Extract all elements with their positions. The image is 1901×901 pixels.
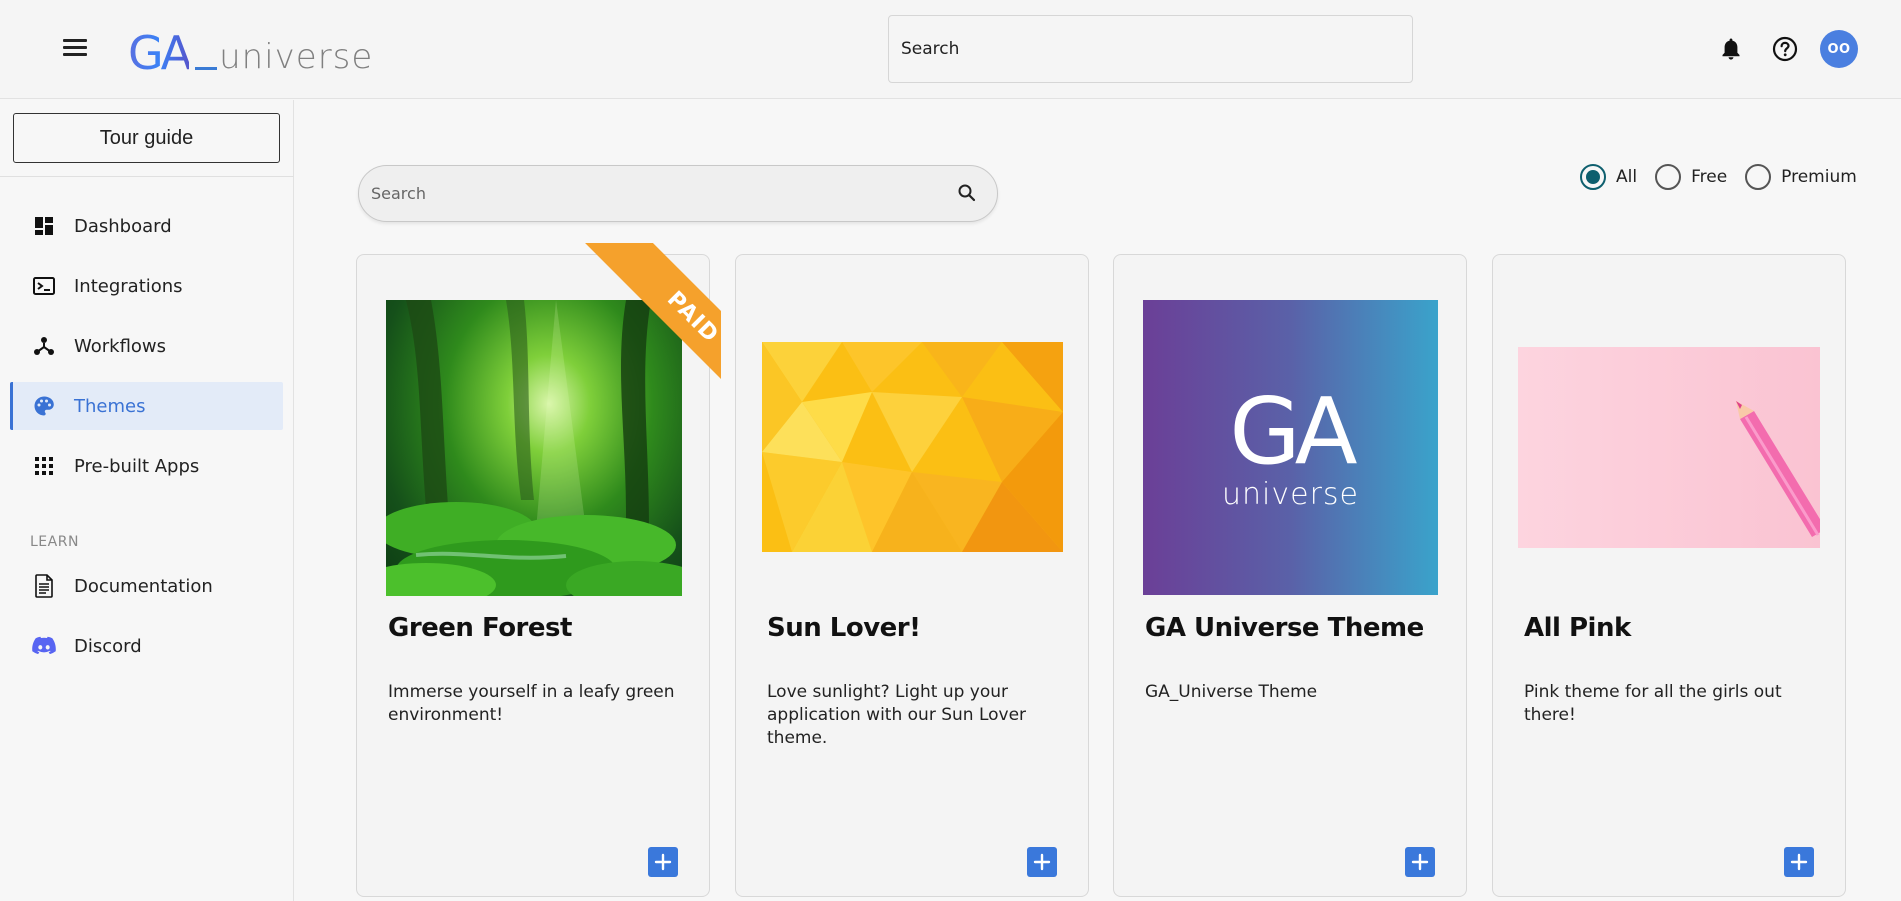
- theme-filter-group: All Free Premium: [1580, 164, 1875, 190]
- menu-icon[interactable]: [58, 34, 92, 64]
- logo-ga: GA: [128, 26, 192, 80]
- sidebar-item-dashboard[interactable]: Dashboard: [10, 202, 283, 250]
- sidebar: Tour guide Dashboard Integrations Workfl…: [0, 100, 294, 901]
- card-description: Immerse yourself in a leafy green enviro…: [388, 682, 675, 725]
- filter-free-radio[interactable]: Free: [1655, 164, 1727, 190]
- image-logo-universe: universe: [1222, 476, 1359, 512]
- ga-universe-image: GA universe: [1143, 300, 1438, 595]
- all-pink-image: [1518, 347, 1820, 548]
- sidebar-item-documentation[interactable]: Documentation: [10, 562, 283, 610]
- sidebar-item-label: Workflows: [74, 335, 167, 357]
- card-description: GA_Universe Theme: [1145, 682, 1318, 702]
- sidebar-item-discord[interactable]: Discord: [10, 622, 283, 670]
- sidebar-item-workflows[interactable]: Workflows: [10, 322, 283, 370]
- sidebar-item-themes[interactable]: Themes: [10, 382, 283, 430]
- workflow-icon: [32, 334, 56, 358]
- image-logo-ga: GA: [1229, 377, 1357, 485]
- theme-search-input[interactable]: [371, 166, 931, 221]
- top-search-input[interactable]: [889, 16, 1412, 82]
- sidebar-item-label: Pre-built Apps: [74, 455, 200, 477]
- add-theme-button[interactable]: [648, 847, 678, 877]
- paid-ribbon: PAID: [533, 243, 721, 431]
- sidebar-item-pre-built-apps[interactable]: Pre-built Apps: [10, 442, 283, 490]
- logo[interactable]: GA universe: [128, 16, 373, 76]
- sidebar-item-label: Integrations: [74, 275, 183, 297]
- filter-all-radio[interactable]: All: [1580, 164, 1637, 190]
- top-search-box: [888, 15, 1413, 83]
- card-description: Love sunlight? Light up your application…: [767, 682, 1027, 748]
- apps-grid-icon: [32, 454, 56, 478]
- filter-label: All: [1616, 167, 1638, 187]
- sidebar-item-label: Dashboard: [74, 215, 172, 237]
- add-theme-button[interactable]: [1784, 847, 1814, 877]
- avatar[interactable]: OO: [1820, 30, 1858, 68]
- paid-badge: PAID: [584, 243, 721, 426]
- card-title: All Pink: [1524, 613, 1631, 643]
- tour-guide-button[interactable]: Tour guide: [13, 113, 280, 163]
- help-icon[interactable]: [1770, 34, 1800, 64]
- filter-label: Free: [1691, 167, 1728, 187]
- discord-icon: [32, 634, 56, 658]
- palette-icon: [32, 394, 56, 418]
- card-description: Pink theme for all the girls out there!: [1524, 682, 1782, 725]
- bell-icon[interactable]: [1716, 34, 1746, 64]
- learn-section-label: LEARN: [30, 534, 79, 550]
- add-theme-button[interactable]: [1027, 847, 1057, 877]
- dashboard-icon: [32, 214, 56, 238]
- top-bar: GA universe OO: [0, 0, 1901, 99]
- search-icon[interactable]: [957, 183, 979, 205]
- theme-card-sun-lover[interactable]: Sun Lover! Love sunlight? Light up your …: [735, 254, 1089, 897]
- sidebar-item-label: Documentation: [74, 575, 213, 597]
- logo-text: universe: [219, 37, 374, 77]
- add-theme-button[interactable]: [1405, 847, 1435, 877]
- radio-selected-indicator: [1580, 164, 1606, 190]
- sidebar-item-integrations[interactable]: Integrations: [10, 262, 283, 310]
- logo-underscore: [195, 67, 218, 70]
- theme-card-all-pink[interactable]: All Pink Pink theme for all the girls ou…: [1492, 254, 1846, 897]
- theme-card-ga-universe[interactable]: GA universe GA Universe Theme GA_Univers…: [1113, 254, 1467, 897]
- card-title: GA Universe Theme: [1145, 613, 1424, 643]
- filter-label: Premium: [1781, 167, 1857, 187]
- sidebar-divider: [0, 176, 294, 177]
- radio-indicator: [1745, 164, 1772, 190]
- sun-lover-image: [762, 342, 1063, 552]
- sidebar-item-label: Themes: [74, 395, 146, 417]
- card-title: Green Forest: [388, 613, 572, 643]
- card-title: Sun Lover!: [767, 613, 921, 643]
- document-icon: [32, 574, 56, 598]
- sidebar-item-label: Discord: [74, 635, 142, 657]
- radio-indicator: [1655, 164, 1682, 190]
- terminal-icon: [32, 274, 56, 298]
- filter-premium-radio[interactable]: Premium: [1745, 164, 1857, 190]
- theme-search-box: [358, 165, 998, 222]
